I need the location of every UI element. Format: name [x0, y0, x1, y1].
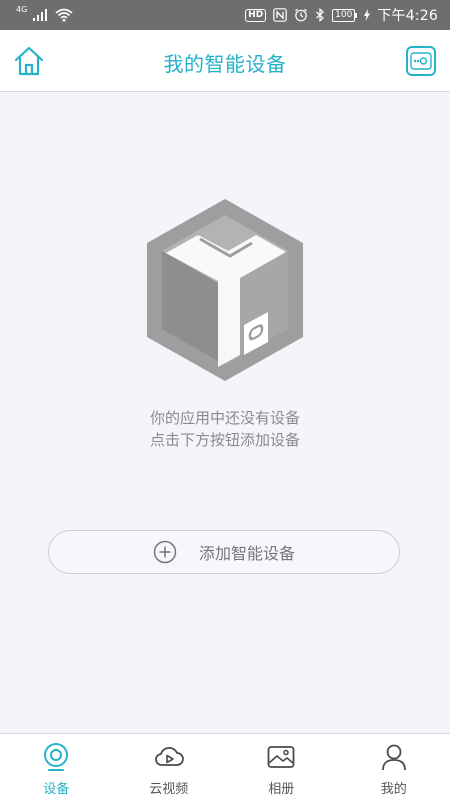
battery-indicator: 100	[332, 9, 357, 22]
empty-state-text: 你的应用中还没有设备 点击下方按钮添加设备	[0, 407, 450, 451]
scan-device-button[interactable]	[404, 44, 438, 78]
tab-album-label: 相册	[225, 778, 338, 797]
person-icon	[379, 742, 409, 772]
plus-circle-icon	[153, 540, 177, 564]
tab-mine[interactable]: 我的	[338, 734, 450, 801]
bluetooth-icon	[315, 8, 325, 22]
charging-icon	[364, 9, 370, 21]
nfc-icon	[273, 8, 287, 22]
tab-mine-label: 我的	[338, 778, 450, 797]
page-title: 我的智能设备	[0, 48, 450, 77]
tab-devices-label: 设备	[0, 778, 113, 797]
hd-badge: HD	[245, 9, 266, 22]
album-icon	[266, 742, 296, 772]
scan-device-icon	[404, 44, 438, 78]
tab-devices[interactable]: 设备	[0, 734, 113, 801]
app-header: 我的智能设备	[0, 30, 450, 92]
bottom-tab-bar: 设备 云视频 相册 我的	[0, 733, 450, 801]
add-device-button[interactable]: 添加智能设备	[48, 530, 400, 574]
status-left-group: 4G	[16, 5, 73, 25]
add-device-label: 添加智能设备	[199, 540, 295, 564]
cloud-video-icon	[154, 742, 184, 772]
battery-tip	[355, 13, 357, 18]
signal-icon	[33, 9, 49, 21]
status-time: 下午4:26	[377, 5, 438, 25]
status-right-group: HD 100 下午4:26	[245, 5, 438, 25]
alarm-icon	[294, 8, 308, 22]
tab-cloud-video[interactable]: 云视频	[113, 734, 226, 801]
network-type-label: 4G	[16, 6, 27, 14]
wifi-icon	[55, 8, 73, 22]
empty-state-line-1: 你的应用中还没有设备	[0, 407, 450, 429]
tab-album[interactable]: 相册	[225, 734, 338, 801]
tab-cloud-video-label: 云视频	[113, 778, 226, 797]
empty-state-line-2: 点击下方按钮添加设备	[0, 429, 450, 451]
empty-box-illustration	[140, 195, 310, 385]
camera-device-icon	[41, 742, 71, 772]
status-bar: 4G HD 100	[0, 0, 450, 30]
battery-level: 100	[332, 9, 355, 22]
